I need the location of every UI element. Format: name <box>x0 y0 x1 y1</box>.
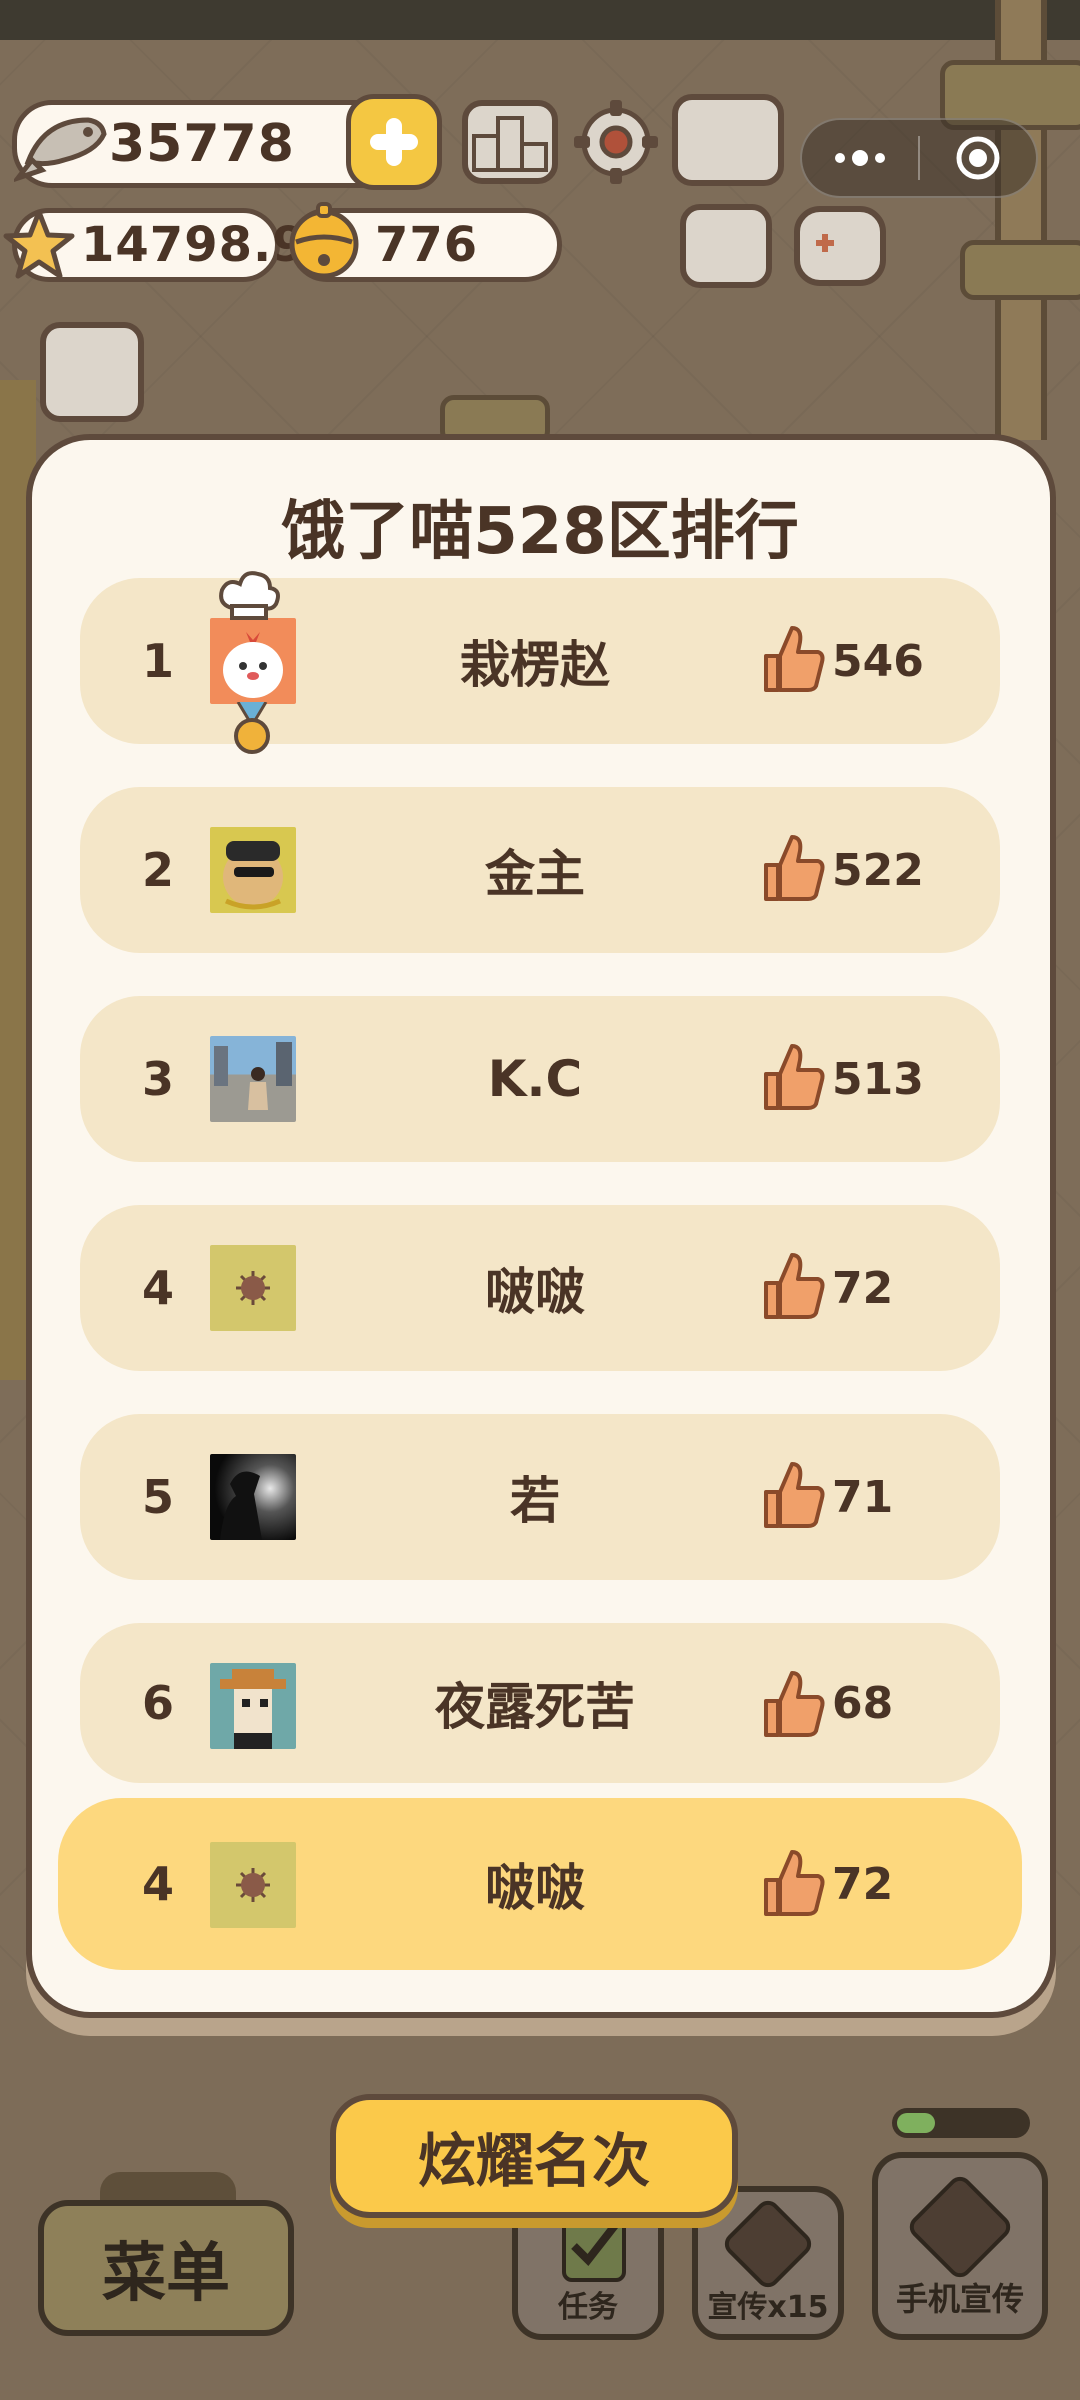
star-count: 14798.9 <box>81 217 307 273</box>
cat-tree-shelf <box>960 240 1080 300</box>
thumbs-up-icon[interactable] <box>762 1848 826 1918</box>
promote-label: 宣传x15 <box>707 2290 829 2325</box>
menu-button[interactable]: 菜单 <box>38 2200 294 2336</box>
avatar <box>210 1663 296 1749</box>
fish-icon <box>14 117 107 182</box>
thumbs-up-icon[interactable] <box>762 1669 826 1739</box>
phone-promote-label: 手机宣传 <box>895 2280 1024 2318</box>
gear-icon[interactable] <box>570 96 662 188</box>
ranking-title: 饿了喵528区排行 <box>281 495 799 569</box>
thumbs-up-icon[interactable] <box>762 624 826 694</box>
player-name: 夜露死苦 <box>435 1678 635 1736</box>
avatar-image <box>214 1042 292 1110</box>
avatar <box>210 827 296 913</box>
add-fish-button[interactable] <box>346 94 442 190</box>
paw-book-icon[interactable] <box>672 94 784 186</box>
my-player-name: 啵啵 <box>485 1859 585 1917</box>
like-count: 72 <box>832 1262 894 1314</box>
like-count: 68 <box>832 1677 894 1729</box>
avatar <box>210 618 296 704</box>
ranking-row[interactable]: 3 K.C 513 <box>80 996 1000 1162</box>
avatar <box>210 1245 296 1331</box>
ranking-row[interactable]: 5 若 71 <box>80 1414 1000 1580</box>
target-close-icon <box>956 136 1000 180</box>
thumbs-up-icon[interactable] <box>762 1042 826 1112</box>
ranking-row[interactable]: 4 啵啵 72 <box>80 1205 1000 1371</box>
checklist-icon <box>562 2212 626 2282</box>
chef-hat-icon <box>219 571 280 620</box>
player-name: 栽楞赵 <box>460 636 610 694</box>
player-name: K.C <box>487 1050 583 1108</box>
rank-number: 3 <box>142 1052 175 1106</box>
gamepad-icon[interactable] <box>794 206 886 286</box>
like-count: 546 <box>832 635 924 687</box>
tasks-label: 任务 <box>558 2290 618 2325</box>
avatar-image <box>223 632 283 698</box>
bell-count: 776 <box>375 217 479 273</box>
promote-progress-fill <box>897 2113 936 2133</box>
my-avatar <box>210 1842 296 1928</box>
sea-urchin-avatar <box>236 1868 270 1902</box>
phone-promote-button[interactable]: 手机宣传 <box>872 2152 1048 2340</box>
avatar <box>210 1454 296 1540</box>
ranking-row[interactable]: 6 夜露死苦 68 <box>80 1623 1000 1783</box>
my-ranking-row[interactable]: 4 啵啵 72 <box>58 1798 1022 1970</box>
avatar-image <box>223 841 283 910</box>
more-button[interactable] <box>802 120 918 196</box>
podium-graphic <box>472 116 548 172</box>
rank-number: 4 <box>142 1261 175 1315</box>
my-like-count: 72 <box>832 1858 894 1910</box>
flyer-icon <box>719 2195 817 2293</box>
plus-icon <box>370 118 418 166</box>
thumbs-up-icon[interactable] <box>762 1251 826 1321</box>
like-count: 522 <box>832 844 924 896</box>
rank-number: 1 <box>142 634 175 688</box>
phone-flyer-icon <box>904 2171 1016 2283</box>
avatar-image <box>220 1471 262 1540</box>
close-miniprogram-button[interactable] <box>920 120 1036 196</box>
gamepad-graphic <box>816 234 834 252</box>
my-rank-number: 4 <box>142 1857 175 1911</box>
podium-icon[interactable] <box>462 100 558 184</box>
avatar <box>210 1036 296 1122</box>
newspaper-icon[interactable] <box>680 204 772 288</box>
gold-medal-icon <box>234 702 270 754</box>
sea-urchin-avatar <box>236 1271 270 1305</box>
thumbs-up-icon[interactable] <box>762 833 826 903</box>
player-name: 啵啵 <box>485 1263 585 1321</box>
star-icon <box>3 209 75 279</box>
rank-number: 6 <box>142 1676 175 1730</box>
ranking-row[interactable]: 1 栽楞赵 546 <box>80 571 1000 754</box>
shop-icon[interactable] <box>40 322 144 422</box>
pixel-avatar-image <box>220 1669 286 1749</box>
bell-icon <box>289 202 359 279</box>
promote-progress-bar <box>892 2108 1030 2138</box>
fish-count: 35778 <box>109 114 295 174</box>
more-dots-icon <box>835 150 885 166</box>
top-strip <box>0 0 1080 40</box>
player-name: 若 <box>510 1472 560 1530</box>
rank-number: 2 <box>142 843 175 897</box>
ranking-row[interactable]: 2 金主 522 <box>80 787 1000 953</box>
player-name: 金主 <box>485 845 585 903</box>
flaunt-rank-button[interactable]: 炫耀名次 <box>330 2094 738 2218</box>
like-count: 513 <box>832 1053 924 1105</box>
rank-number: 5 <box>142 1470 175 1524</box>
thumbs-up-icon[interactable] <box>762 1460 826 1530</box>
like-count: 71 <box>832 1471 894 1523</box>
miniprogram-capsule <box>800 118 1038 198</box>
